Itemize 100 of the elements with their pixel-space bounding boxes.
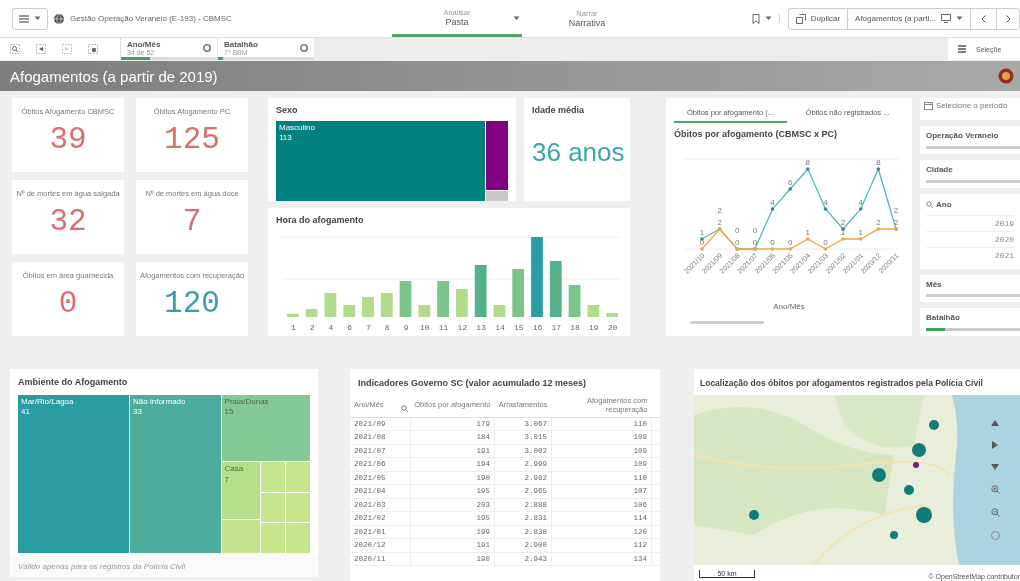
bar [456,289,468,317]
bar [568,285,581,317]
axis-label: 7 [366,323,371,332]
bar [343,305,356,317]
axis-label: 8 [384,323,390,332]
zoom-in-icon[interactable] [990,485,1000,494]
bar [549,261,562,317]
app-title: Gestão Operação Veraneio (E-193) - CBMSC [70,14,232,23]
data-label: 1 [840,228,846,237]
data-label: 2 [717,206,722,215]
period-button[interactable]: Selecione o período [920,98,1020,121]
treemap-tile [260,523,285,553]
zoom-out-icon[interactable] [990,508,1000,517]
bar [587,305,600,317]
tile-label: Mar/Rio/Lagoa [21,397,74,406]
bookmark-icon [751,13,760,24]
data-label: 2 [717,218,722,227]
data-label: 1 [805,228,811,237]
filter-label: Mês [926,279,942,289]
list-item[interactable]: 2021 [926,246,1014,263]
axis-label: 6 [347,323,353,332]
axis-label: 2 [309,323,315,332]
chevron-left-icon [981,14,986,23]
emblem-icon [998,67,1014,85]
tile-value: 33 [133,407,142,417]
tile-value: 7 [224,474,230,484]
footnote: Válido apenas para os registros da Polícia Civil [10,556,318,577]
data-label: 0 [752,226,758,235]
step-back-icon[interactable] [36,44,46,54]
bar [437,281,449,317]
data-label: 1 [858,228,863,237]
chart-title: Sexo [276,105,299,115]
axis-label: 10 [420,323,430,332]
arrow-right-icon[interactable] [991,441,999,449]
duplicate-button[interactable]: Duplicar [788,8,849,29]
tile-label: Casa [224,464,244,474]
kpi-value: 39 [49,122,87,157]
axis-label: 17 [551,323,562,332]
axis-label: 19 [589,323,599,332]
axis-label: 20 [607,323,618,332]
data-label: 6 [787,178,793,187]
arrow-up-icon[interactable] [991,419,999,427]
arrow-down-icon[interactable] [991,463,999,471]
clear-selection-icon[interactable] [88,44,98,54]
kpi-value: 7 [182,204,202,239]
step-forward-icon[interactable] [62,44,72,54]
home-icon[interactable] [990,531,1000,540]
map-marker [916,507,932,523]
data-label: 0 [787,238,793,247]
bar [324,293,337,317]
search-icon[interactable] [401,405,408,412]
data-label: 2 [840,218,846,227]
bar [399,281,412,317]
axis-title: Ano/Mês [773,302,805,311]
map-marker [749,510,759,520]
bar [362,297,374,317]
axis-label: 16 [532,323,543,332]
kpi-value: 0 [58,286,78,321]
axis-label: 14 [495,323,505,332]
list-item[interactable]: 2020 [926,230,1014,247]
chart-title: Idade média [532,105,586,115]
search-icon[interactable] [10,44,20,54]
kpi-value: 125 [164,122,220,157]
map-marker [913,462,919,468]
map-marker [904,485,914,495]
data-label: 1 [699,228,705,237]
data-label: 0 [823,238,828,247]
selections-icon [958,45,966,53]
data-label: 4 [823,198,828,207]
filter-label: Operação Veraneio [926,131,999,141]
tile-label: Não informado [133,397,186,406]
chart-title: Ambiente do Afogamento [17,376,129,387]
list-item[interactable]: 2019 [926,214,1014,231]
calendar-icon [924,101,933,110]
axis-label: 15 [513,323,524,332]
sheet-selector[interactable]: Afogamentos (a parti... [848,8,971,29]
tile-value: 41 [21,407,30,417]
filter-label: Cidade [926,165,953,174]
duplicate-icon [795,13,806,24]
treemap-tile [285,523,310,553]
data-label: 4 [858,198,863,207]
menu-button[interactable] [12,7,48,30]
chevron-icon [513,16,520,21]
search-icon[interactable] [926,200,933,208]
tile-value: 113 [279,133,292,143]
chart-title: Óbitos por afogamento (CBMSC x PC) [674,129,838,139]
caret-icon [956,16,963,21]
kpi-value: 120 [164,286,220,321]
sheet-title: Afogamentos (a partir de 2019) [10,67,218,85]
chart-title: Hora do afogamento [276,215,365,225]
data-label: 0 [699,238,705,247]
bar [305,309,318,317]
tile-value: 15 [224,407,234,417]
map-marker [912,443,926,457]
axis-label: 18 [570,323,580,332]
kpi-value: 36 anos [532,137,622,168]
tile-label: Praia/Dunas [224,397,269,406]
table-title: Indicadores Governo SC (valor acumulado 12 meses) [357,377,588,390]
data-label: 0 [752,238,758,247]
map-marker [890,531,898,539]
